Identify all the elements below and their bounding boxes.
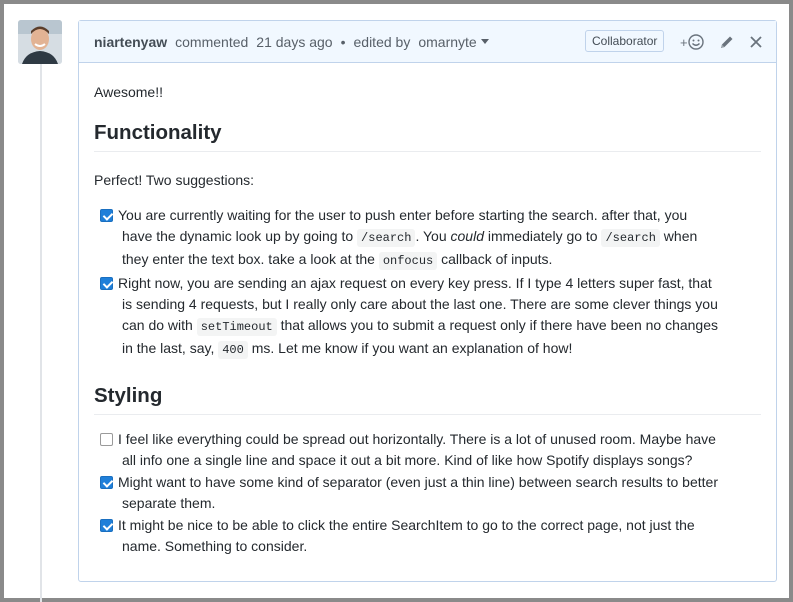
task-text: Might want to have some kind of separato…: [118, 474, 718, 490]
functionality-intro: Perfect! Two suggestions:: [94, 172, 255, 188]
task-text: You are currently waiting for the user t…: [118, 207, 688, 223]
comment-time[interactable]: 21 days ago: [256, 34, 332, 50]
task-text: . You: [415, 228, 451, 244]
collaborator-badge: Collaborator: [585, 30, 665, 52]
edit-button[interactable]: [719, 32, 735, 52]
task-list-item: Might want to have some kind of separato…: [94, 472, 761, 514]
inline-code: onfocus: [378, 252, 438, 270]
styling-task-list: I feel like everything could be spread o…: [94, 429, 761, 557]
task-checkbox[interactable]: [100, 277, 113, 290]
greeting-text: Awesome!!: [94, 84, 163, 100]
avatar[interactable]: [18, 20, 62, 64]
comment-body: Awesome!! Functionality Perfect! Two sug…: [79, 82, 776, 557]
avatar-image: [18, 20, 62, 64]
timeline-line: [40, 64, 42, 602]
comment-action: commented: [175, 33, 249, 50]
task-list-item: Right now, you are sending an ajax reque…: [94, 273, 761, 361]
bullet-separator: •: [340, 33, 346, 50]
task-text: have the dynamic look up by going to: [122, 228, 358, 244]
task-list-item: You are currently waiting for the user t…: [94, 205, 761, 272]
edited-by-label: edited by: [353, 33, 411, 50]
task-text: is sending 4 requests, but I really only…: [122, 296, 718, 312]
task-checkbox[interactable]: [100, 209, 113, 222]
task-text: can do with: [122, 317, 197, 333]
task-text: ms. Let me know if you want an explanati…: [247, 340, 573, 356]
functionality-heading: Functionality: [94, 120, 761, 152]
task-text: separate them.: [122, 495, 216, 511]
close-button[interactable]: [749, 32, 763, 52]
task-text: It might be nice to be able to click the…: [118, 517, 695, 533]
task-text: they enter the text box. take a look at …: [122, 251, 379, 267]
styling-heading: Styling: [94, 383, 761, 415]
close-icon: [750, 36, 762, 48]
task-list-item: I feel like everything could be spread o…: [94, 429, 761, 471]
task-text: all info one a single line and space it …: [122, 452, 693, 468]
plus-glyph: +: [680, 34, 688, 50]
task-text: in the last, say,: [122, 340, 219, 356]
task-text: I feel like everything could be spread o…: [118, 431, 716, 447]
inline-code: /search: [601, 229, 660, 247]
comment-header: niartenyaw commented 21 days ago • edite…: [79, 21, 776, 63]
chevron-down-icon[interactable]: [480, 39, 489, 44]
editor-name[interactable]: omarnyte: [418, 34, 476, 50]
pencil-icon: [721, 36, 733, 48]
inline-code: setTimeout: [196, 318, 277, 336]
task-text: callback of inputs.: [437, 251, 553, 267]
task-text: immediately go to: [483, 228, 602, 244]
task-checkbox[interactable]: [100, 433, 113, 446]
inline-code: 400: [218, 341, 248, 359]
task-checkbox[interactable]: [100, 519, 113, 532]
comment-box: niartenyaw commented 21 days ago • edite…: [78, 20, 777, 582]
smiley-icon: [687, 34, 704, 50]
functionality-task-list: You are currently waiting for the user t…: [94, 205, 761, 361]
emphasis-text: could: [450, 228, 484, 244]
task-checkbox[interactable]: [100, 476, 113, 489]
task-text: Right now, you are sending an ajax reque…: [118, 275, 712, 291]
inline-code: /search: [357, 229, 416, 247]
task-text: when: [659, 228, 698, 244]
task-text: name. Something to consider.: [122, 538, 308, 554]
add-reaction-button[interactable]: +: [680, 32, 704, 52]
task-text: that allows you to submit a request only…: [276, 317, 719, 333]
task-list-item: It might be nice to be able to click the…: [94, 515, 761, 557]
author-link[interactable]: niartenyaw: [94, 34, 167, 50]
